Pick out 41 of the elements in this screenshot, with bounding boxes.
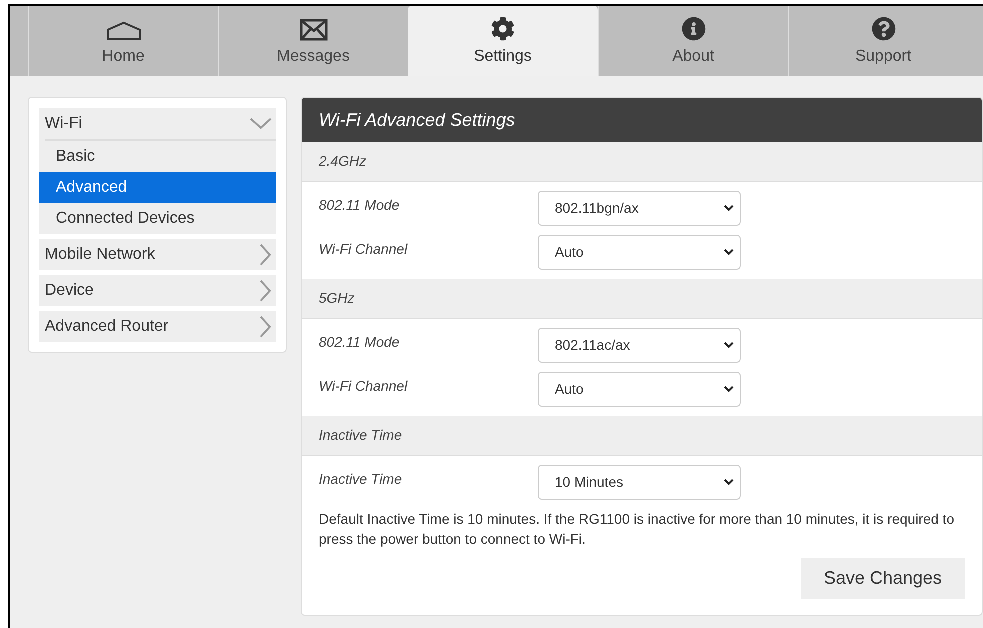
- sidebar-subitem[interactable]: Connected Devices: [39, 203, 276, 234]
- sidebar-item[interactable]: Advanced Router: [39, 311, 276, 342]
- field-label: 802.11 Mode: [319, 333, 401, 352]
- sidebar-item[interactable]: Wi-Fi: [39, 108, 276, 139]
- chevron-down-icon: [250, 118, 272, 130]
- help-text: Default Inactive Time is 10 minutes. If the RG1100 is inactive for more than 10 minutes, it is required to press the power button to connect to Wi-Fi.: [318, 510, 956, 549]
- gear-icon: [491, 17, 515, 41]
- dropdown[interactable]: 802.11bgn/ax: [538, 191, 741, 226]
- field-label: 802.11 Mode: [319, 196, 401, 215]
- field-label: Wi-Fi Channel: [319, 377, 409, 396]
- sidebar-subitem[interactable]: Advanced: [39, 172, 276, 203]
- chevron-right-icon: [260, 280, 272, 302]
- save-button[interactable]: Save Changes: [801, 558, 965, 599]
- panel-title: Wi-Fi Advanced Settings: [319, 108, 516, 132]
- chevron-down-icon: [724, 249, 734, 256]
- dropdown[interactable]: 802.11ac/ax: [538, 328, 741, 363]
- nav-tab[interactable]: Support: [788, 6, 978, 76]
- help-icon: [872, 17, 896, 41]
- section-title: 5GHz: [319, 289, 355, 308]
- sidebar-subitem[interactable]: Basic: [39, 141, 276, 172]
- dropdown[interactable]: Auto: [538, 372, 741, 407]
- dropdown[interactable]: Auto: [538, 235, 741, 270]
- dropdown[interactable]: 10 Minutes: [538, 465, 741, 500]
- home-icon: [106, 21, 142, 41]
- chevron-down-icon: [724, 479, 734, 486]
- nav-tab[interactable]: Home: [28, 6, 218, 76]
- chevron-down-icon: [724, 342, 734, 349]
- section-title: Inactive Time: [319, 426, 402, 445]
- nav-tab[interactable]: About: [598, 6, 788, 76]
- section-title: 2.4GHz: [319, 152, 366, 171]
- nav-tab[interactable]: Settings: [408, 6, 598, 76]
- field-label: Wi-Fi Channel: [319, 240, 409, 259]
- field-label: Inactive Time: [319, 470, 404, 489]
- sidebar-item[interactable]: Device: [39, 275, 276, 306]
- chevron-right-icon: [260, 316, 272, 338]
- sidebar-item[interactable]: Mobile Network: [39, 239, 276, 270]
- envelope-icon: [300, 19, 328, 41]
- chevron-right-icon: [260, 244, 272, 266]
- chevron-down-icon: [724, 205, 734, 212]
- info-icon: [682, 17, 706, 41]
- chevron-down-icon: [724, 386, 734, 393]
